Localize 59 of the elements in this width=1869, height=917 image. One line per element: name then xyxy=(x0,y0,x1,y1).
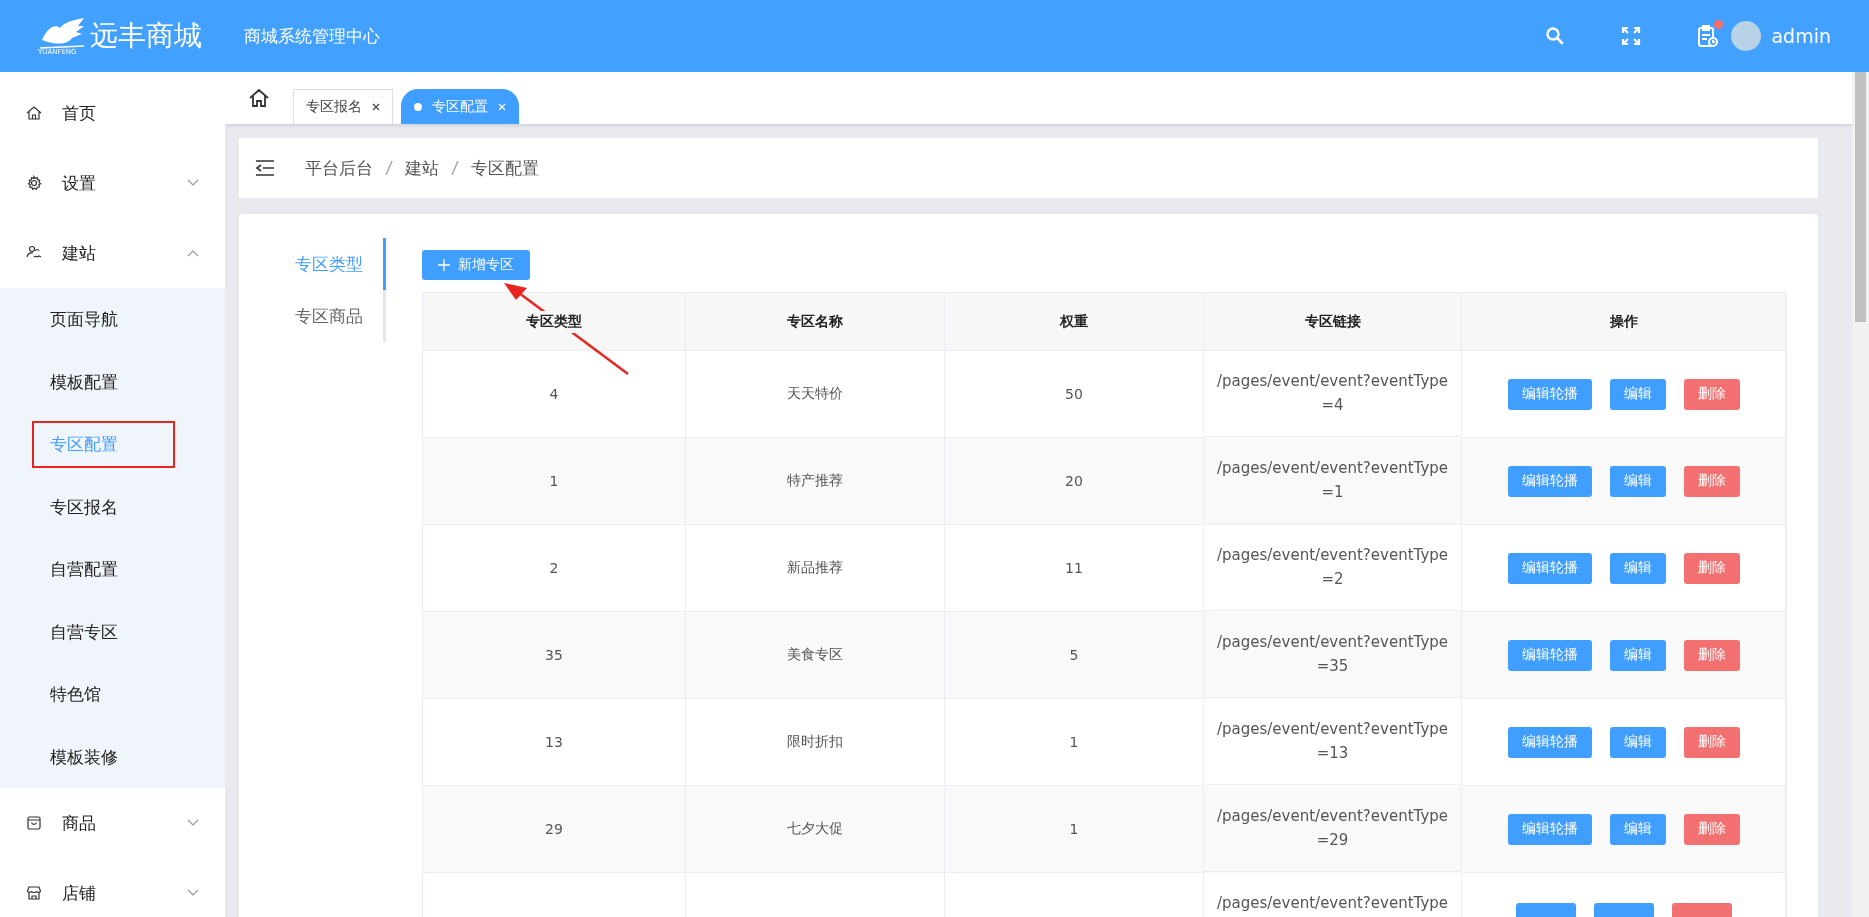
table-cell: 美食专区 xyxy=(686,612,945,699)
delete-button[interactable]: 删除 xyxy=(1683,639,1740,671)
submenu-item[interactable]: 模板装修 xyxy=(0,725,225,788)
table-cell: /pages/event/event?eventType =1 xyxy=(1204,438,1462,524)
column-header: 专区类型 xyxy=(526,310,582,333)
submenu-item[interactable]: 专区报名 xyxy=(0,475,225,538)
submenu-item[interactable]: 特色馆 xyxy=(0,663,225,726)
table-cell: /pages/event/event?eventType xyxy=(1204,873,1462,917)
edit-button[interactable]: 编辑 xyxy=(1609,639,1666,671)
breadcrumb-item[interactable]: 建站 xyxy=(405,156,439,180)
page-tab[interactable]: 专区报名 xyxy=(293,89,393,124)
delete-button[interactable]: 删除 xyxy=(1683,552,1740,584)
side-tab[interactable]: 专区商品 xyxy=(263,290,386,342)
edit-button[interactable]: 编辑轮播 xyxy=(1507,813,1592,845)
submenu-item[interactable]: 模板配置 xyxy=(0,350,225,413)
table-cell: 5 xyxy=(945,612,1204,699)
delete-button[interactable]: 删除 xyxy=(1683,726,1740,758)
delete-button[interactable]: 删除 xyxy=(1683,378,1740,410)
sidebar-item[interactable]: 建站 xyxy=(0,218,225,288)
breadcrumb-item: 专区配置 xyxy=(471,156,539,180)
edit-button[interactable]: 编辑轮播 xyxy=(1507,465,1592,497)
delete-button[interactable]: 删除 xyxy=(1683,465,1740,497)
submenu-item[interactable]: 自营配置 xyxy=(0,538,225,601)
edit-button[interactable]: 编辑 xyxy=(1609,552,1666,584)
add-zone-button[interactable]: 新增专区 xyxy=(422,250,530,280)
sidebar-item[interactable]: 设置 xyxy=(0,148,225,218)
edit-button[interactable]: 编辑轮播 xyxy=(1507,639,1592,671)
page-tab[interactable]: 专区配置 xyxy=(401,89,519,124)
sidebar-item[interactable]: 首页 xyxy=(0,78,225,148)
side-tab[interactable]: 专区类型 xyxy=(263,238,386,290)
table-cell: /pages/event/event?eventType =29 xyxy=(1204,786,1462,872)
edit-button[interactable]: 编辑 xyxy=(1609,813,1666,845)
edit-button[interactable]: 编辑 xyxy=(1609,726,1666,758)
delete-button[interactable]: 删除 xyxy=(1683,813,1740,845)
edit-button[interactable]: 编辑轮播 xyxy=(1507,378,1592,410)
submenu-item[interactable]: 专区配置 xyxy=(24,413,183,476)
system-title: 商城系统管理中心 xyxy=(244,24,380,48)
logo-text: 远丰商城 xyxy=(90,18,202,54)
edit-button[interactable]: 编辑 xyxy=(1609,378,1666,410)
submenu-item[interactable]: 自营专区 xyxy=(0,600,225,663)
table-cell: /pages/event/event?eventType =13 xyxy=(1204,699,1462,785)
sidebar-item[interactable]: 店铺 xyxy=(0,858,225,917)
table-cell: 特产推荐 xyxy=(686,438,945,525)
edit-button[interactable]: 编辑 xyxy=(1609,465,1666,497)
edit-button[interactable]: 编辑轮播 xyxy=(1507,726,1592,758)
table-cell: /pages/event/event?eventType =4 xyxy=(1204,351,1462,437)
table-cell: 1 xyxy=(423,438,686,525)
table-cell: 35 xyxy=(423,612,686,699)
table-cell: 20 xyxy=(945,438,1204,525)
edit-button[interactable]: 编辑轮播 xyxy=(1507,552,1592,584)
table-cell: 1 xyxy=(945,786,1204,873)
table-cell: /pages/event/event?eventType =2 xyxy=(1204,525,1462,611)
username[interactable]: admin xyxy=(1771,25,1831,47)
table-cell: 29 xyxy=(423,786,686,873)
sidebar-item[interactable]: 商品 xyxy=(0,788,225,858)
breadcrumb-item[interactable]: 平台后台 xyxy=(305,156,373,180)
table-cell: 七夕大促 xyxy=(686,786,945,873)
submenu-item[interactable]: 页面导航 xyxy=(0,288,225,351)
table-cell: /pages/event/event?eventType =35 xyxy=(1204,612,1462,698)
